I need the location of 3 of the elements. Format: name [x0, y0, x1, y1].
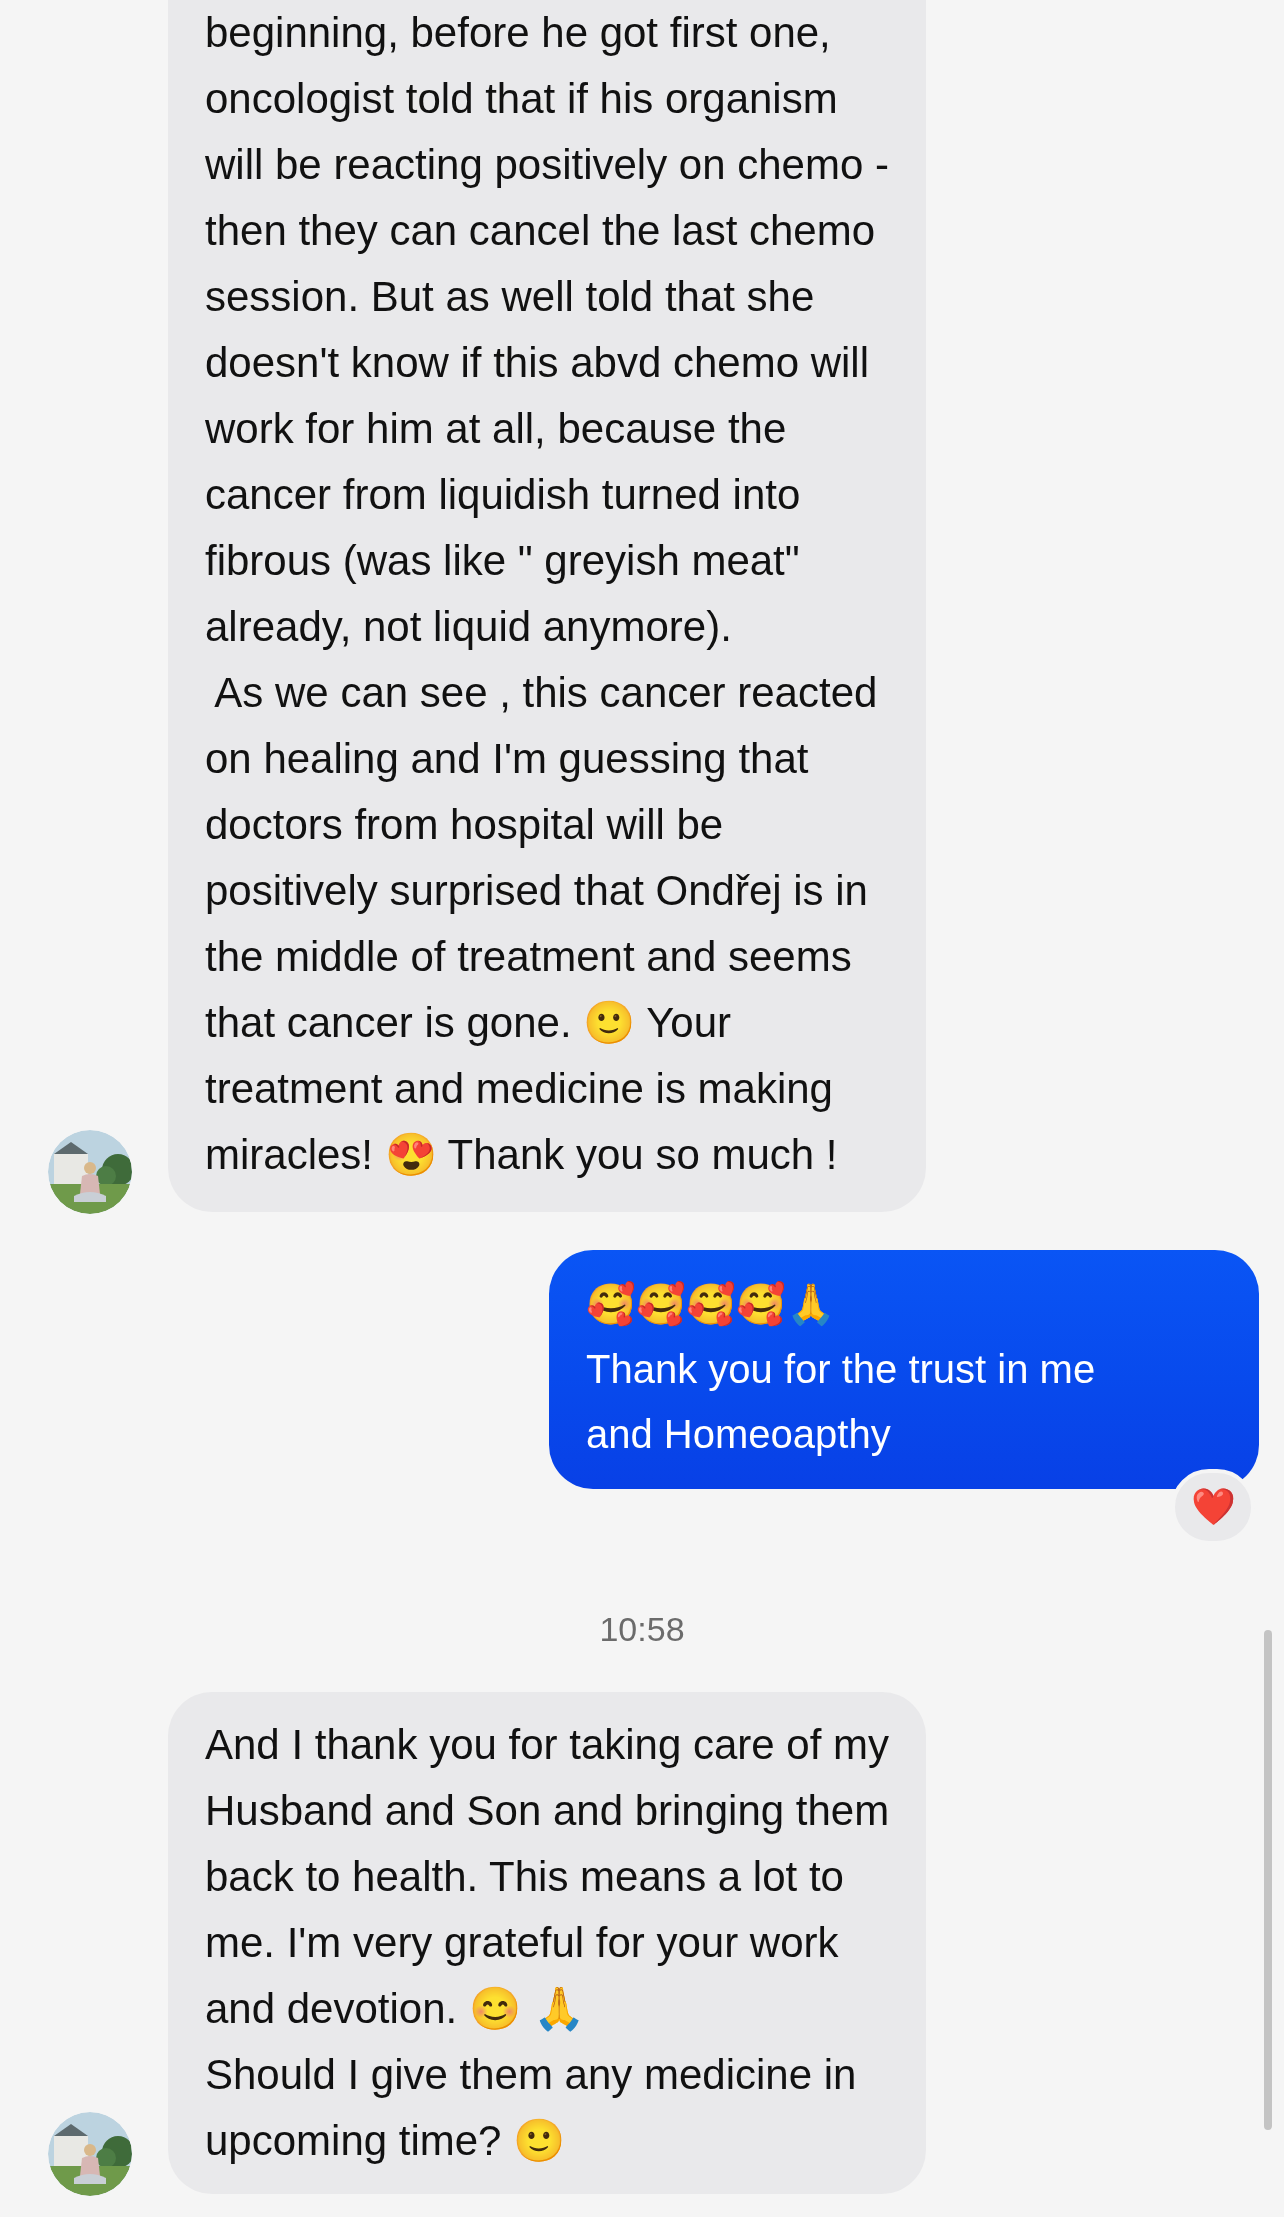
message-bubble: And I thank you for taking care of my Husband and Son and bringing them back to health. This means a lot to me. I'm very grateful for your work and devotion. 😊 🙏 Should I give them any medicine in upcoming time? 🙂 [168, 1692, 927, 2194]
timestamp: 10:58 [599, 1609, 685, 1649]
message-bubble: beginning, before he got first one, oncologist told that if his organism will be reacting positively on chemo - then they can cancel the last chemo session. But as well told that she doesn't know if this abvd chemo will work for him at all, because the cancer from liquidish turned into fibrous (was like " greyish meat" already, not liquid anymore). As we can see , this cancer reacted on healing and I'm guessing that doctors from hospital will be positively surprised that Ondřej is in the middle of treatment and seems that cancer is gone. 🙂 Your treatment and medicine is making miracles! 😍 Thank you so much ! [168, 0, 926, 1212]
